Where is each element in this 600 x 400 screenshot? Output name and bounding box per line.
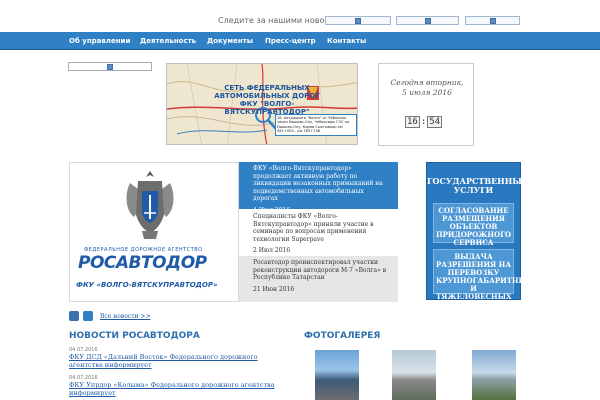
broken-image-icon — [107, 63, 113, 70]
photo-gallery-heading: ФОТОГАЛЕРЕЯ — [304, 331, 381, 341]
coat-of-arms-icon — [126, 171, 174, 239]
nav-item-documents[interactable]: Документы — [207, 37, 253, 45]
date-line-weekday: Сегодня вторник, — [390, 78, 464, 87]
clock: 16 : 54 — [405, 116, 443, 128]
featured-news-date: 2 Июл 2016 — [253, 247, 291, 254]
rss-icon[interactable] — [69, 311, 79, 321]
featured-news-item[interactable]: Росавтодор проинспектировал участки реко… — [239, 256, 398, 302]
social-icon — [489, 17, 496, 24]
clock-minutes: 54 — [427, 116, 443, 128]
social-icon — [424, 17, 431, 24]
all-news-link[interactable]: Все новости >> — [100, 313, 150, 320]
news-feed-link[interactable]: ФКУ Упрдор «Колыма» Федерального дорожно… — [69, 381, 279, 397]
rosavtodor-wordmark: РОСАВТОДОР — [78, 253, 207, 273]
gallery-thumbnail[interactable] — [392, 350, 436, 400]
main-nav: Об управлении Деятельность Документы Пре… — [0, 32, 600, 50]
rosavtodor-logo-panel[interactable]: ФЕДЕРАЛЬНОЕ ДОРОЖНОЕ АГЕНТСТВО РОСАВТОДО… — [69, 162, 239, 302]
services-title: ГОСУДАРСТВЕННЫЕ УСЛУГИ — [427, 176, 529, 195]
today-date: Сегодня вторник, 5 июля 2016 — [379, 78, 475, 98]
social-link-1[interactable] — [325, 16, 391, 25]
social-link-2[interactable] — [396, 16, 459, 25]
featured-news-item[interactable]: Специалисты ФКУ «Волго-Вятскуправтодор» … — [239, 210, 398, 255]
map-banner-caption: 16. Автодорога "Волга" от Чебоксар через… — [275, 114, 357, 136]
rosavtodor-news-heading: НОВОСТИ РОСАВТОДОРА — [69, 331, 200, 341]
social-link-3[interactable] — [465, 16, 520, 25]
social-icon — [355, 17, 361, 24]
featured-news-date: 21 Июн 2016 — [253, 285, 295, 293]
feed-icon[interactable] — [83, 311, 93, 321]
nav-item-activity[interactable]: Деятельность — [140, 37, 196, 45]
featured-news-item[interactable]: ФКУ «Волго-Вятскуправтодор» продолжает а… — [239, 162, 398, 214]
date-time-widget: Сегодня вторник, 5 июля 2016 16 : 54 — [378, 63, 474, 146]
nav-item-press-center[interactable]: Пресс-центр — [265, 37, 316, 45]
nav-item-about[interactable]: Об управлении — [69, 37, 130, 45]
roadside-service-approval-button[interactable]: СОГЛАСОВАНИЕ РАЗМЕЩЕНИЯ ОБЪЕКТОВ ПРИДОРО… — [433, 203, 514, 247]
clock-separator: : — [420, 117, 427, 127]
featured-news-list: ФКУ «Волго-Вятскуправтодор» продолжает а… — [239, 162, 398, 302]
top-bar: Следите за нашими новостями — [0, 0, 600, 32]
government-services-panel: ГОСУДАРСТВЕННЫЕ УСЛУГИ СОГЛАСОВАНИЕ РАЗМ… — [426, 162, 532, 309]
oversize-cargo-permit-button[interactable]: ВЫДАЧА РАЗРЕШЕНИЯ НА ПЕРЕВОЗКУ КРУПНОГАБ… — [433, 249, 532, 309]
search-widget[interactable] — [68, 62, 152, 71]
clock-hours: 16 — [405, 116, 420, 128]
featured-news-text: ФКУ «Волго-Вятскуправтодор» продолжает а… — [253, 165, 383, 202]
map-banner-title: СЕТЬ ФЕДЕРАЛЬНЫХ АВТОМОБИЛЬНЫХ ДОРОГ ФКУ… — [214, 84, 320, 116]
news-feed-link[interactable]: ФКУ ДСД «Дальний Восток» Федерального до… — [69, 353, 279, 369]
featured-news-text: Специалисты ФКУ «Волго-Вятскуправтодор» … — [253, 213, 374, 243]
featured-news-text: Росавтодор проинспектировал участки реко… — [253, 259, 387, 281]
fku-name: ФКУ «ВОЛГО-ВЯТСКУПРАВТОДОР» — [76, 281, 218, 289]
gallery-thumbnail[interactable] — [472, 350, 516, 400]
nav-item-contacts[interactable]: Контакты — [327, 37, 366, 45]
gallery-thumbnail[interactable] — [315, 350, 359, 400]
road-network-map-banner[interactable]: СЕТЬ ФЕДЕРАЛЬНЫХ АВТОМОБИЛЬНЫХ ДОРОГ ФКУ… — [166, 63, 358, 145]
date-line-date: 5 июля 2016 — [402, 88, 452, 97]
